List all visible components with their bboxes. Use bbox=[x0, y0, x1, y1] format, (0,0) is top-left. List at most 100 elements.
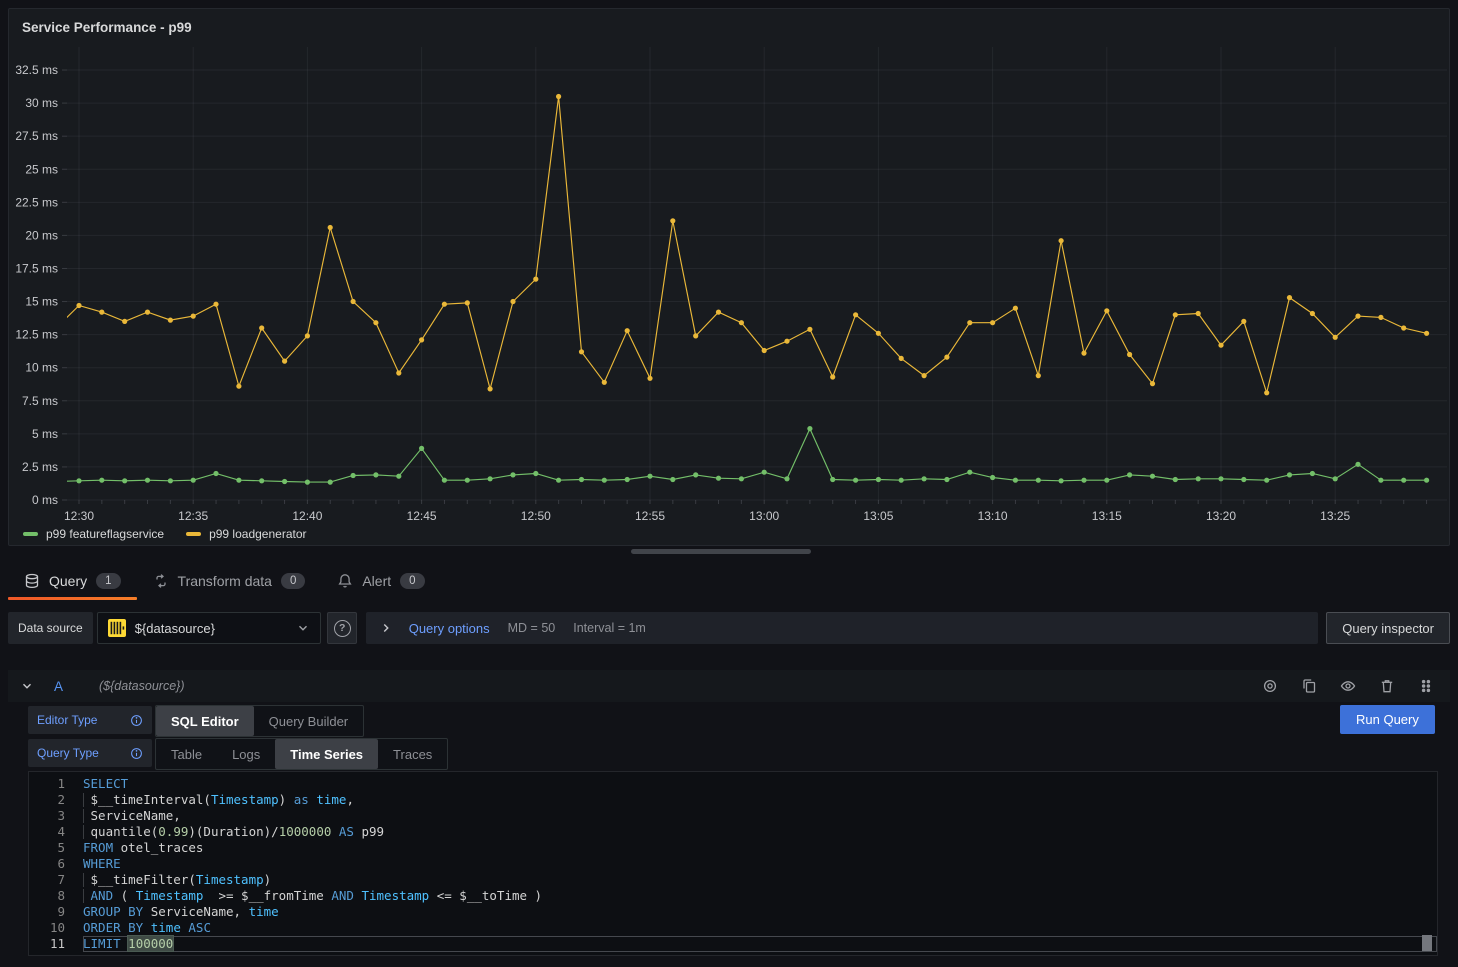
info-circle-icon bbox=[130, 747, 143, 760]
svg-text:10 ms: 10 ms bbox=[25, 361, 58, 375]
line-number: 11 bbox=[29, 936, 65, 952]
code-line[interactable]: 6WHERE bbox=[29, 856, 1437, 872]
code-line[interactable]: 2 $__timeInterval(Timestamp) as time, bbox=[29, 792, 1437, 808]
editor-type-label: Editor Type bbox=[28, 706, 152, 734]
line-number: 5 bbox=[29, 840, 65, 856]
query-options-row[interactable]: Query options MD = 50 Interval = 1m bbox=[366, 612, 1319, 644]
transform-icon bbox=[153, 573, 169, 589]
copy-icon[interactable] bbox=[1301, 678, 1317, 694]
svg-text:12:50: 12:50 bbox=[521, 509, 551, 523]
editor-type-group: SQL Editor Query Builder bbox=[155, 705, 364, 737]
query-row-actions bbox=[1262, 678, 1434, 694]
tab-label: Query bbox=[49, 573, 87, 589]
query-type-group: Table Logs Time Series Traces bbox=[155, 738, 448, 770]
series-swatch-green bbox=[23, 532, 38, 536]
datasource-picker[interactable]: ${datasource} bbox=[97, 612, 321, 644]
question-circle-icon: ? bbox=[334, 620, 351, 637]
tab-query[interactable]: Query 1 bbox=[8, 562, 137, 600]
code-line[interactable]: 5FROM otel_traces bbox=[29, 840, 1437, 856]
svg-text:12:40: 12:40 bbox=[292, 509, 322, 523]
code-line[interactable]: 7 $__timeFilter(Timestamp) bbox=[29, 872, 1437, 888]
editor-scrollbar-thumb[interactable] bbox=[1422, 935, 1432, 951]
code-line[interactable]: 1SELECT bbox=[29, 776, 1437, 792]
sql-code-editor[interactable]: 1SELECT2 $__timeInterval(Timestamp) as t… bbox=[28, 771, 1438, 956]
tab-bar: Query 1 Transform data 0 Alert 0 bbox=[8, 562, 441, 600]
line-number: 4 bbox=[29, 824, 65, 840]
code-line[interactable]: 3 ServiceName, bbox=[29, 808, 1437, 824]
query-options-label: Query options bbox=[409, 621, 490, 636]
svg-text:12:30: 12:30 bbox=[64, 509, 94, 523]
query-type-table[interactable]: Table bbox=[156, 739, 217, 769]
editor-type-query-builder[interactable]: Query Builder bbox=[254, 706, 363, 736]
tab-transform-data[interactable]: Transform data 0 bbox=[137, 562, 322, 600]
query-inspector-button[interactable]: Query inspector bbox=[1326, 612, 1450, 644]
line-number: 10 bbox=[29, 920, 65, 936]
query-ref-id[interactable]: A bbox=[54, 679, 63, 694]
legend-label: p99 loadgenerator bbox=[209, 527, 306, 541]
code-line[interactable]: 8 AND ( Timestamp >= $__fromTime AND Tim… bbox=[29, 888, 1437, 904]
query-type-traces[interactable]: Traces bbox=[378, 739, 447, 769]
svg-text:13:15: 13:15 bbox=[1092, 509, 1122, 523]
panel-title[interactable]: Service Performance - p99 bbox=[22, 20, 192, 35]
query-row-header[interactable]: A (${datasource}) bbox=[8, 670, 1450, 702]
svg-text:32.5 ms: 32.5 ms bbox=[15, 63, 58, 77]
query-type-label: Query Type bbox=[28, 739, 152, 767]
eye-icon[interactable] bbox=[1340, 678, 1356, 694]
legend-item-featureflagservice[interactable]: p99 featureflagservice bbox=[23, 527, 164, 541]
svg-text:13:25: 13:25 bbox=[1320, 509, 1350, 523]
code-line[interactable]: 9GROUP BY ServiceName, time bbox=[29, 904, 1437, 920]
svg-text:13:10: 13:10 bbox=[978, 509, 1008, 523]
timeseries-panel: Service Performance - p99 0 ms2.5 ms5 ms… bbox=[8, 8, 1450, 546]
trash-icon[interactable] bbox=[1379, 678, 1395, 694]
svg-text:13:00: 13:00 bbox=[749, 509, 779, 523]
svg-text:20 ms: 20 ms bbox=[25, 228, 58, 242]
chevron-right-icon bbox=[379, 621, 393, 635]
svg-text:17.5 ms: 17.5 ms bbox=[15, 261, 58, 275]
grafana-query-editor-page: Service Performance - p99 0 ms2.5 ms5 ms… bbox=[0, 0, 1458, 967]
tab-alert-count-badge: 0 bbox=[400, 573, 424, 589]
donut-circle-icon[interactable] bbox=[1262, 678, 1278, 694]
bell-icon bbox=[337, 573, 353, 589]
line-number: 6 bbox=[29, 856, 65, 872]
tab-label: Transform data bbox=[178, 573, 272, 589]
database-icon bbox=[24, 573, 40, 589]
query-datasource-hint: (${datasource}) bbox=[99, 679, 184, 693]
line-number: 3 bbox=[29, 808, 65, 824]
svg-text:15 ms: 15 ms bbox=[25, 295, 58, 309]
datasource-toolbar: Data source ${datasource} ? Query option… bbox=[8, 612, 1450, 644]
line-number: 1 bbox=[29, 776, 65, 792]
timeseries-chart[interactable]: 0 ms2.5 ms5 ms7.5 ms10 ms12.5 ms15 ms17.… bbox=[9, 9, 1449, 545]
svg-text:2.5 ms: 2.5 ms bbox=[22, 460, 58, 474]
svg-text:22.5 ms: 22.5 ms bbox=[15, 195, 58, 209]
svg-text:12:45: 12:45 bbox=[407, 509, 437, 523]
chart-legend: p99 featureflagservice p99 loadgenerator bbox=[23, 527, 307, 541]
svg-text:27.5 ms: 27.5 ms bbox=[15, 129, 58, 143]
query-options-interval: Interval = 1m bbox=[573, 621, 646, 635]
panel-resize-handle[interactable] bbox=[631, 549, 811, 554]
editor-type-sql-editor[interactable]: SQL Editor bbox=[156, 706, 254, 736]
chevron-down-icon[interactable] bbox=[20, 679, 34, 693]
svg-text:13:05: 13:05 bbox=[863, 509, 893, 523]
line-number: 8 bbox=[29, 888, 65, 904]
svg-text:5 ms: 5 ms bbox=[32, 427, 58, 441]
code-line[interactable]: 4 quantile(0.99)(Duration)/1000000 AS p9… bbox=[29, 824, 1437, 840]
chevron-down-icon bbox=[296, 621, 310, 635]
svg-text:7.5 ms: 7.5 ms bbox=[22, 394, 58, 408]
svg-text:12.5 ms: 12.5 ms bbox=[15, 328, 58, 342]
tab-alert[interactable]: Alert 0 bbox=[321, 562, 440, 600]
run-query-button[interactable]: Run Query bbox=[1340, 705, 1435, 734]
svg-text:13:20: 13:20 bbox=[1206, 509, 1236, 523]
query-type-logs[interactable]: Logs bbox=[217, 739, 275, 769]
code-line[interactable]: 11LIMIT 100000 bbox=[29, 936, 1437, 952]
query-options-md: MD = 50 bbox=[508, 621, 556, 635]
query-type-time-series[interactable]: Time Series bbox=[275, 739, 378, 769]
drag-handle-icon[interactable] bbox=[1418, 678, 1434, 694]
svg-text:12:35: 12:35 bbox=[178, 509, 208, 523]
datasource-help-button[interactable]: ? bbox=[327, 612, 357, 644]
line-number: 9 bbox=[29, 904, 65, 920]
datasource-label: Data source bbox=[8, 612, 93, 644]
svg-text:12:55: 12:55 bbox=[635, 509, 665, 523]
legend-item-loadgenerator[interactable]: p99 loadgenerator bbox=[186, 527, 306, 541]
code-line[interactable]: 10ORDER BY time ASC bbox=[29, 920, 1437, 936]
series-swatch-yellow bbox=[186, 532, 201, 536]
